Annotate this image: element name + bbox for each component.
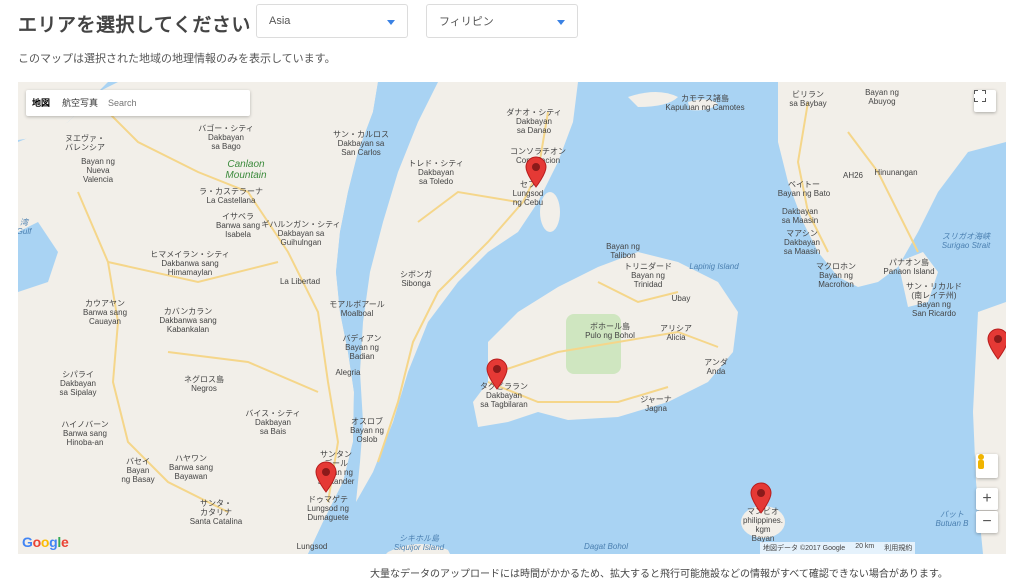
map-place-label: シキホル島 Siquijor Island [393,534,445,552]
map-place-label: トリニダード Bayan ng Trinidad [624,262,672,289]
map-place-label: イサベラ Banwa sang Isabela [215,212,261,239]
map-place-label: バット Butuan B [935,510,969,528]
map-place-label: Lungsod [296,542,328,551]
map-place-label: Dagat Bohol [583,542,629,551]
map-place-label: Hinunangan [874,168,918,177]
chevron-down-icon [387,20,395,25]
map-place-label: サンタ・ カタリナ Santa Catalina [189,499,243,526]
fullscreen-button[interactable] [974,90,996,112]
map-pin-icon [750,482,772,514]
fullscreen-icon [974,90,986,102]
map-place-label: ネグロス島 Negros [184,375,224,393]
google-logo: Google [22,534,69,550]
map-place-label: トレド・シティ Dakbayan sa Toledo [408,159,464,186]
country-select-value: フィリピン [439,16,494,28]
footer-note: 大量なデータのアップロードには時間がかかるため、拡大すると飛行可能施設などの情報… [370,569,948,580]
map-place-label: バディアン Bayan ng Badian [342,334,382,361]
map-place-label: Bayan ng Nueva Valencia [81,157,115,184]
map-place-label: ダナオ・シティ Dakbayan sa Danao [506,108,562,135]
map-place-label: Bayan ng Talibon [606,242,640,260]
map-place-label: オスロブ Bayan ng Oslob [350,417,384,444]
map-place-label: ボホール島 Pulo ng Bohol [585,322,635,340]
map-data-credit: 地図データ ©2017 Google [763,545,846,552]
map-place-label: バセイ Bayan ng Basay [121,457,155,484]
zoom-in-button[interactable]: + [976,488,998,510]
map-place-label: Bayan ng Abuyog [865,88,899,106]
map-search-input[interactable] [104,92,251,114]
map-place-label: ハイノバーン Banwa sang Hinoba-an [61,420,109,447]
map-place-label: Lapinig Island [689,262,739,271]
map-place-label: ギハルンガン・シティ Dakbayan sa Guihulngan [261,220,341,247]
page-title: エリアを選択してください [18,14,251,36]
map-place-label: ジャーナ Jagna [640,395,672,413]
map-place-label: ベイトー Bayan ng Bato [777,180,831,198]
map-pin-icon [486,358,508,390]
map-place-label: シボンガ Sibonga [400,270,432,288]
map-place-label: スリガオ海峡 Surigao Strait [941,232,991,250]
region-select[interactable]: Asia [256,4,408,38]
map-pin-icon [315,461,337,493]
map-place-label: カモテス諸島 Kapuluan ng Camotes [665,94,745,112]
map-place-label: Alegria [335,368,361,377]
map-type-satellite-button[interactable]: 航空写真 [56,90,104,116]
map-type-control: 地図 航空写真 [26,90,251,116]
map-place-label: パナオン島 Panaon Island [883,258,935,276]
map-type-roadmap-button[interactable]: 地図 [26,90,56,116]
map-place-label: マアシン Dakbayan sa Maasin [783,229,821,256]
map-place-label: ヒマメイラン・シティ Dakbanwa sang Himamaylan [150,250,230,277]
region-select-value: Asia [269,15,291,27]
description: このマップは選択された地域の地理情報のみを表示しています。 [18,53,336,65]
map-attribution: 地図データ ©2017 Google 20 km 利用規約 [760,542,916,554]
map-place-label: La Libertad [279,277,321,286]
map-place-label: カウアヤン Banwa sang Cauayan [82,299,128,326]
map-place-label: ビリラン sa Baybay [789,90,827,108]
map-place-label: Ubay [671,294,691,303]
page-header: エリアを選択してください [18,6,251,40]
map-place-label: バイス・シティ Dakbayan sa Bais [245,409,301,436]
map-place-label: マクロホン Bayan ng Macrohon [816,262,856,289]
map-place-label: バゴー・シティ Dakbayan sa Bago [198,124,254,151]
map-place-label: カバンカラン Dakbanwa sang Kabankalan [159,307,217,334]
map-scale: 20 km [855,543,875,550]
map-place-label: アンダ Anda [704,358,728,376]
map-place-label: サン・リカルド (南レイテ州) Bayan ng San Ricardo [906,282,962,318]
map-place-label: ドゥマゲテ Lungsod ng Dumaguete [307,495,349,522]
street-view-button[interactable] [976,454,998,478]
map-place-label: Dakbayan sa Maasin [781,207,819,225]
map-place-label: シパライ Dakbayan sa Sipalay [59,370,97,397]
map-place-label: ヌエヴァ・ バレンシア [65,134,105,152]
map-place-label: モアルボアール Moalboal [329,300,385,318]
map-pin-icon [525,156,547,188]
map-pin-icon [987,328,1006,360]
map-place-label: アリシア Alicia [660,324,692,342]
zoom-out-button[interactable]: − [976,511,998,533]
terms-link[interactable]: 利用規約 [884,543,912,553]
map-place-label: AH26 [842,171,864,180]
map-place-label: 湾 Gulf [18,218,32,236]
country-select[interactable]: フィリピン [426,4,578,38]
pegman-icon [978,454,984,469]
map-place-label: ラ・カステラーナ La Castellana [199,187,263,205]
map-place-label: Canlaon Mountain [225,159,267,181]
map-place-label: ハヤワン Banwa sang Bayawan [168,454,214,481]
chevron-down-icon [557,20,565,25]
map-canvas[interactable]: 地図 航空写真 ヌエヴァ・バレンシア Bayan ngNuevaValencia バ… [18,82,1006,554]
map-place-label: サン・カルロス Dakbayan sa San Carlos [333,130,389,157]
